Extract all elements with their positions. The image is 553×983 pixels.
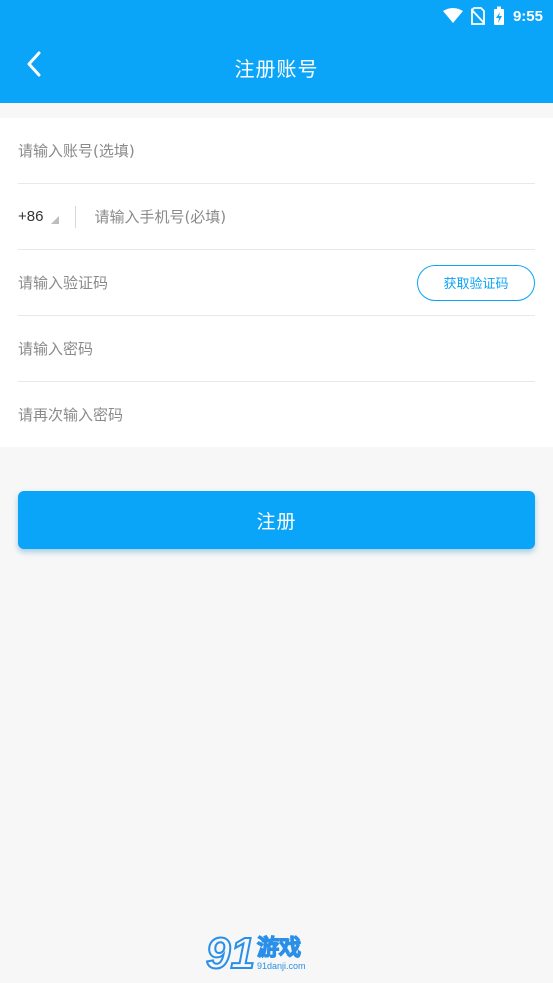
get-code-button[interactable]: 获取验证码 [417,264,535,301]
caret-down-icon [51,215,60,224]
account-input[interactable] [18,130,535,171]
watermark-number: 91 [205,929,256,978]
watermark-sub: 91danji.com [256,961,306,972]
phone-input[interactable] [94,196,535,237]
watermark-text-group: 游戏 91danji.com [256,935,306,972]
password-input[interactable] [18,328,535,369]
country-code: +86 [18,208,44,225]
verification-row: 获取验证码 [18,250,535,316]
status-bar: 9:55 [0,0,553,32]
page-title: 注册账号 [234,57,319,81]
password-row [18,316,535,382]
navbar: 注册账号 [0,32,553,103]
verification-code-input[interactable] [18,262,417,303]
account-row [18,118,535,184]
confirm-password-input[interactable] [18,395,535,435]
no-sim-icon [470,7,485,25]
country-code-selector[interactable]: +86 [18,205,77,228]
app-header: 9:55 注册账号 [0,0,553,103]
register-form: +86 获取验证码 [0,118,553,447]
status-time: 9:55 [512,7,543,25]
watermark-text: 游戏 [256,935,301,962]
wifi-icon [442,8,463,24]
register-button[interactable]: 注册 [18,491,535,549]
battery-charging-icon [493,6,505,26]
confirm-password-row [18,382,535,448]
phone-row: +86 [18,184,535,250]
watermark-logo: 91 游戏 91danji.com [205,928,346,980]
